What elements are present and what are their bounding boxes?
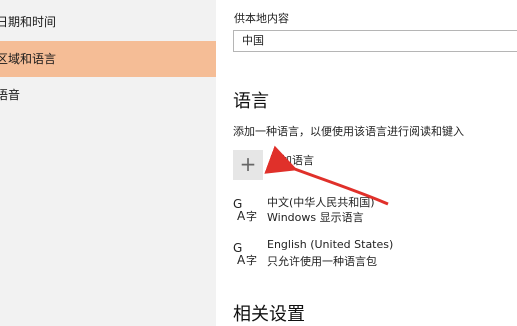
language-name: English (United States) (267, 238, 394, 251)
add-language-button[interactable]: + 添加语言 (233, 150, 353, 180)
svg-text:字: 字 (246, 253, 257, 266)
add-language-label: 添加语言 (270, 154, 314, 167)
sidebar-item-label: 日期和时间 (0, 15, 57, 29)
language-icon: G A 字 (233, 241, 257, 266)
sidebar-item-date-time[interactable]: 日期和时间 (0, 4, 216, 40)
language-section-title: 语言 (233, 91, 269, 112)
language-icon: G A 字 (233, 197, 257, 222)
sidebar-item-region-language[interactable]: 区域和语言 (0, 41, 216, 77)
svg-text:A: A (237, 209, 246, 222)
language-item-chinese[interactable]: G A 字 中文(中华人民共和国) Windows 显示语言 (233, 194, 513, 228)
language-status: 只允许使用一种语言包 (267, 255, 377, 268)
language-status: Windows 显示语言 (267, 211, 364, 224)
sidebar-item-label: 区域和语言 (0, 52, 57, 66)
svg-text:字: 字 (246, 209, 257, 222)
language-description: 添加一种语言，以便使用该语言进行阅读和键入 (233, 125, 464, 138)
region-label: 供本地内容 (234, 12, 289, 25)
region-select[interactable]: 中国 (233, 30, 517, 52)
sidebar: 日期和时间 区域和语言 语音 (0, 0, 216, 326)
language-name: 中文(中华人民共和国) (267, 196, 375, 209)
plus-icon: + (233, 150, 263, 180)
main-panel: 供本地内容 中国 语言 添加一种语言，以便使用该语言进行阅读和键入 + 添加语言… (216, 0, 517, 326)
sidebar-item-speech[interactable]: 语音 (0, 77, 216, 113)
sidebar-item-label: 语音 (0, 88, 21, 102)
svg-text:A: A (237, 253, 246, 266)
language-item-english[interactable]: G A 字 English (United States) 只允许使用一种语言包 (233, 238, 513, 272)
related-settings-title: 相关设置 (233, 304, 305, 325)
